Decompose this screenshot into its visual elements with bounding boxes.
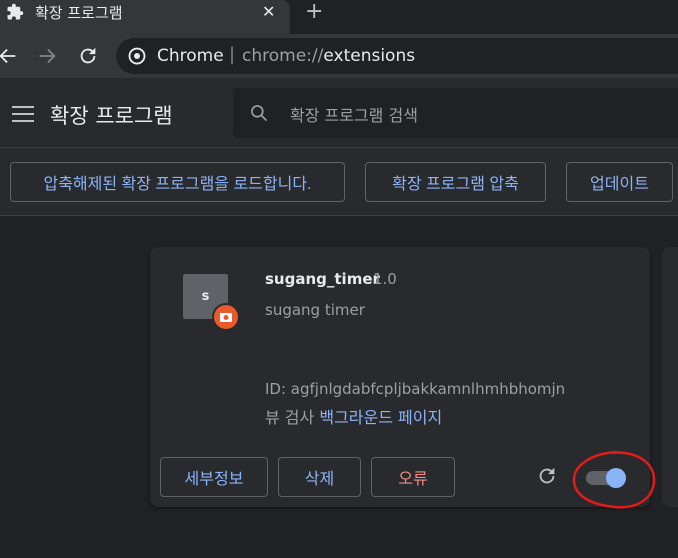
chrome-logo-icon	[128, 47, 146, 65]
search-placeholder: 확장 프로그램 검색	[290, 106, 418, 125]
pack-extension-button[interactable]: 확장 프로그램 압축	[365, 162, 546, 202]
tab-title: 확장 프로그램	[35, 4, 123, 22]
forward-arrow-icon[interactable]	[36, 45, 58, 67]
inspect-views-label: 뷰 검사	[265, 408, 315, 427]
remove-button[interactable]: 삭제	[278, 457, 361, 497]
extension-version: 1.0	[373, 270, 397, 288]
close-tab-icon[interactable]: ✕	[262, 2, 275, 21]
tab-strip: 확장 프로그램 ✕ +	[0, 0, 678, 34]
extensions-header: 확장 프로그램 확장 프로그램 검색	[0, 78, 678, 148]
enable-toggle[interactable]	[586, 468, 626, 488]
developer-action-bar: 압축해제된 확장 프로그램을 로드합니다. 확장 프로그램 압축 업데이트	[0, 148, 678, 216]
extension-id: ID: agfjnlgdabfcpljbakkamnlhmhbhomjn	[265, 380, 566, 398]
extension-badge-icon	[212, 303, 240, 331]
inspect-views: 뷰 검사 백그라운드 페이지	[265, 404, 442, 428]
errors-button[interactable]: 오류	[371, 457, 455, 497]
page-title: 확장 프로그램	[50, 104, 173, 128]
update-button[interactable]: 업데이트	[566, 162, 673, 202]
url-prefix: chrome://	[242, 46, 324, 66]
address-bar[interactable]: Chrome | chrome://extensions	[116, 38, 678, 74]
reload-extension-icon[interactable]	[536, 465, 558, 487]
menu-icon[interactable]	[12, 106, 34, 122]
search-input[interactable]: 확장 프로그램 검색	[233, 88, 678, 138]
next-extension-card-edge	[662, 247, 678, 507]
details-button[interactable]: 세부정보	[160, 457, 268, 497]
url-separator: |	[229, 44, 236, 65]
load-unpacked-button[interactable]: 압축해제된 확장 프로그램을 로드합니다.	[10, 162, 345, 202]
search-icon	[251, 105, 268, 122]
reload-page-icon[interactable]	[77, 45, 99, 67]
chrome-scheme-label: Chrome	[157, 46, 224, 66]
tab-extensions[interactable]: 확장 프로그램 ✕	[0, 0, 290, 34]
puzzle-piece-icon	[7, 3, 24, 20]
url-path: extensions	[323, 46, 416, 66]
toggle-knob	[606, 468, 626, 488]
background-page-link[interactable]: 백그라운드 페이지	[319, 408, 442, 427]
extension-description: sugang timer	[265, 301, 365, 319]
camera-icon	[220, 313, 232, 322]
extension-card: s sugang_timer 1.0 sugang timer ID: agfj…	[150, 247, 650, 507]
back-arrow-icon[interactable]	[0, 45, 19, 67]
new-tab-button[interactable]: +	[305, 0, 323, 24]
extension-name: sugang_timer	[265, 270, 380, 288]
url-text: chrome://extensions	[242, 46, 415, 66]
